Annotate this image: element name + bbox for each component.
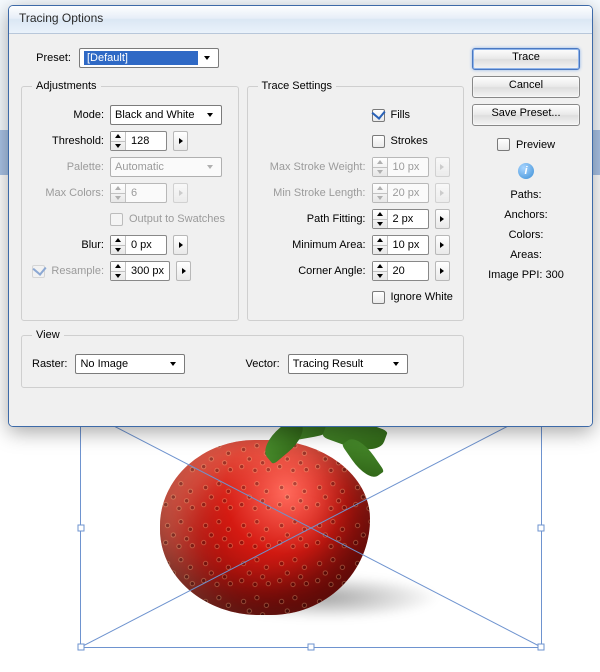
stats-anchors: Anchors: — [504, 209, 547, 221]
checkbox-box — [497, 138, 510, 151]
view-legend: View — [32, 329, 64, 341]
handle-ml[interactable] — [78, 525, 85, 532]
corner-angle-label: Corner Angle: — [258, 265, 366, 277]
checkbox-box — [372, 291, 385, 304]
blur-flyout[interactable] — [173, 235, 188, 255]
max-colors-flyout — [173, 183, 188, 203]
handle-bc[interactable] — [308, 644, 315, 651]
dialog-titlebar[interactable]: Tracing Options — [9, 6, 592, 34]
resample-checkbox: Resample: — [32, 265, 104, 278]
save-preset-button[interactable]: Save Preset... — [472, 104, 580, 126]
min-stroke-length-flyout — [435, 183, 450, 203]
chevron-down-icon — [201, 113, 219, 117]
info-icon: i — [518, 163, 534, 179]
chevron-down-icon — [164, 362, 182, 366]
chevron-down-icon — [201, 165, 219, 169]
palette-dropdown: Automatic — [110, 157, 222, 177]
min-stroke-length-spinner: 20 px — [372, 183, 429, 203]
preset-value: [Default] — [84, 51, 198, 65]
handle-mr[interactable] — [538, 525, 545, 532]
minimum-area-spinner[interactable]: 10 px — [372, 235, 429, 255]
selection-diagonals — [81, 409, 541, 647]
path-fitting-label: Path Fitting: — [258, 213, 366, 225]
trace-settings-legend: Trace Settings — [258, 80, 337, 92]
max-stroke-weight-label: Max Stroke Weight: — [258, 161, 366, 173]
resample-flyout[interactable] — [176, 261, 191, 281]
fills-checkbox[interactable]: Fills — [372, 109, 411, 122]
stats-image-ppi: Image PPI: 300 — [488, 269, 564, 281]
preset-label: Preset: — [27, 52, 71, 64]
blur-label: Blur: — [32, 239, 104, 251]
strokes-checkbox[interactable]: Strokes — [372, 135, 428, 148]
adjustments-legend: Adjustments — [32, 80, 101, 92]
checkbox-box — [372, 109, 385, 122]
chevron-down-icon — [198, 56, 216, 60]
trace-settings-group: Trace Settings Fills Strokes — [247, 80, 465, 321]
handle-bl[interactable] — [78, 644, 85, 651]
path-fitting-flyout[interactable] — [435, 209, 450, 229]
handle-br[interactable] — [538, 644, 545, 651]
chevron-down-icon — [387, 362, 405, 366]
corner-angle-spinner[interactable]: 20 — [372, 261, 429, 281]
raster-label: Raster: — [32, 358, 67, 370]
path-fitting-spinner[interactable]: 2 px — [372, 209, 429, 229]
stats-colors: Colors: — [509, 229, 544, 241]
max-colors-label: Max Colors: — [32, 187, 104, 199]
tracing-options-dialog: Tracing Options Preset: [Default] Adjust… — [8, 5, 593, 427]
max-stroke-weight-spinner: 10 px — [372, 157, 429, 177]
threshold-label: Threshold: — [32, 135, 104, 147]
resample-spinner[interactable]: 300 px — [110, 261, 170, 281]
vector-dropdown[interactable]: Tracing Result — [288, 354, 408, 374]
spinner-buttons[interactable] — [111, 132, 126, 150]
threshold-spinner[interactable]: 128 — [110, 131, 167, 151]
output-swatches-checkbox: Output to Swatches — [110, 213, 225, 226]
palette-label: Palette: — [32, 161, 104, 173]
max-stroke-weight-flyout — [435, 157, 450, 177]
view-group: View Raster: No Image Vector: Tracing Re… — [21, 329, 464, 388]
threshold-flyout[interactable] — [173, 131, 188, 151]
selection-bounding-box[interactable] — [80, 408, 542, 648]
checkbox-box — [372, 135, 385, 148]
corner-angle-flyout[interactable] — [435, 261, 450, 281]
mode-dropdown[interactable]: Black and White — [110, 105, 222, 125]
checkbox-box — [110, 213, 123, 226]
dialog-title: Tracing Options — [19, 11, 103, 25]
blur-spinner[interactable]: 0 px — [110, 235, 167, 255]
stats-areas: Areas: — [510, 249, 542, 261]
trace-button[interactable]: Trace — [472, 48, 580, 70]
ignore-white-checkbox[interactable]: Ignore White — [372, 291, 453, 304]
max-colors-spinner: 6 — [110, 183, 167, 203]
checkbox-box — [32, 265, 45, 278]
stats-paths: Paths: — [510, 189, 541, 201]
adjustments-group: Adjustments Mode: Black and White Thresh… — [21, 80, 239, 321]
minimum-area-label: Minimum Area: — [258, 239, 366, 251]
stats-panel: i Paths: Anchors: Colors: Areas: Image P… — [472, 163, 580, 281]
vector-label: Vector: — [245, 358, 279, 370]
minimum-area-flyout[interactable] — [435, 235, 450, 255]
preset-dropdown[interactable]: [Default] — [79, 48, 219, 68]
raster-dropdown[interactable]: No Image — [75, 354, 185, 374]
preview-checkbox[interactable]: Preview — [497, 138, 555, 151]
cancel-button[interactable]: Cancel — [472, 76, 580, 98]
mode-label: Mode: — [32, 109, 104, 121]
min-stroke-length-label: Min Stroke Length: — [258, 187, 366, 199]
